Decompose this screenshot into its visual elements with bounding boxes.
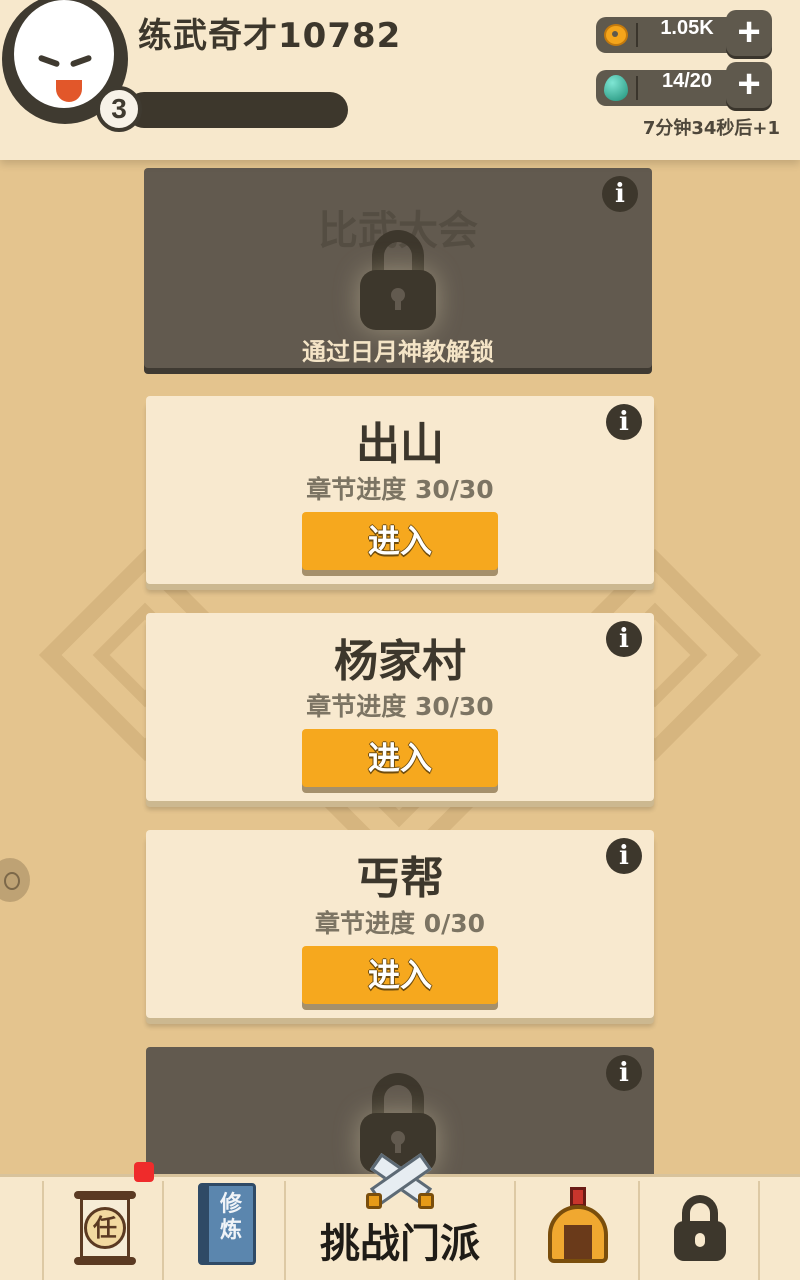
stamina-value: 14/20 <box>661 70 713 92</box>
enter-button[interactable]: 进入 <box>302 512 498 570</box>
top-header: 3 练武奇才10782 1.05K + 14/20 + 7分钟34秒后+1 <box>0 0 800 160</box>
coin-value: 1.05K <box>660 17 714 39</box>
chapter-progress: 章节进度 30/30 <box>306 475 494 504</box>
stamina-gem-icon <box>604 75 628 101</box>
card-chapter: 杨家村 章节进度 30/30 进入 i <box>146 613 654 801</box>
info-icon[interactable]: i <box>606 621 642 657</box>
experience-bar <box>126 92 348 128</box>
info-icon[interactable]: i <box>606 838 642 874</box>
cultivate-label: 修炼 <box>219 1192 242 1243</box>
info-icon[interactable]: i <box>606 404 642 440</box>
chapter-progress: 章节进度 30/30 <box>306 692 494 721</box>
info-icon[interactable]: i <box>602 176 638 212</box>
nav-cultivate[interactable]: 修炼 <box>164 1181 286 1280</box>
card-chapter: 丐帮 章节进度 0/30 进入 i <box>146 830 654 1018</box>
nav-challenge-sect[interactable]: 挑战门派 <box>286 1153 516 1280</box>
task-label: 任 <box>84 1207 126 1249</box>
task-scroll-icon: 任 <box>74 1191 136 1271</box>
bottom-navigation: 任 修炼 挑战门派 <box>0 1153 800 1280</box>
notification-badge <box>134 1162 154 1182</box>
book-icon: 修炼 <box>198 1183 256 1265</box>
card-title: 丐帮 <box>356 853 444 904</box>
enter-button[interactable]: 进入 <box>302 946 498 1004</box>
lock-icon <box>674 1195 726 1261</box>
nav-tasks[interactable]: 任 <box>42 1181 164 1280</box>
lock-icon <box>360 230 436 330</box>
card-title: 杨家村 <box>334 636 466 687</box>
enter-button[interactable]: 进入 <box>302 729 498 787</box>
add-coins-button[interactable]: + <box>726 10 772 56</box>
unlock-hint: 通过日月神教解锁 <box>302 338 494 366</box>
avatar-face <box>14 0 114 108</box>
challenge-label: 挑战门派 <box>320 1221 480 1267</box>
stamina-timer: 7分钟34秒后+1 <box>642 118 780 139</box>
chapter-progress: 章节进度 0/30 <box>314 909 486 938</box>
card-chapter: 出山 章节进度 30/30 进入 i <box>146 396 654 584</box>
helmet-icon <box>546 1183 610 1267</box>
card-tournament-locked[interactable]: 比武大会 通过日月神教解锁 i <box>144 168 652 368</box>
coin-icon <box>604 24 628 46</box>
username: 练武奇才10782 <box>138 16 402 56</box>
add-stamina-button[interactable]: + <box>726 62 772 108</box>
nav-locked[interactable] <box>640 1181 760 1280</box>
level-badge: 3 <box>96 86 142 132</box>
crossed-swords-icon <box>360 1153 440 1209</box>
debug-icon[interactable] <box>0 858 30 902</box>
info-icon[interactable]: i <box>606 1055 642 1091</box>
card-title: 出山 <box>356 419 444 470</box>
nav-equipment[interactable] <box>516 1181 640 1280</box>
